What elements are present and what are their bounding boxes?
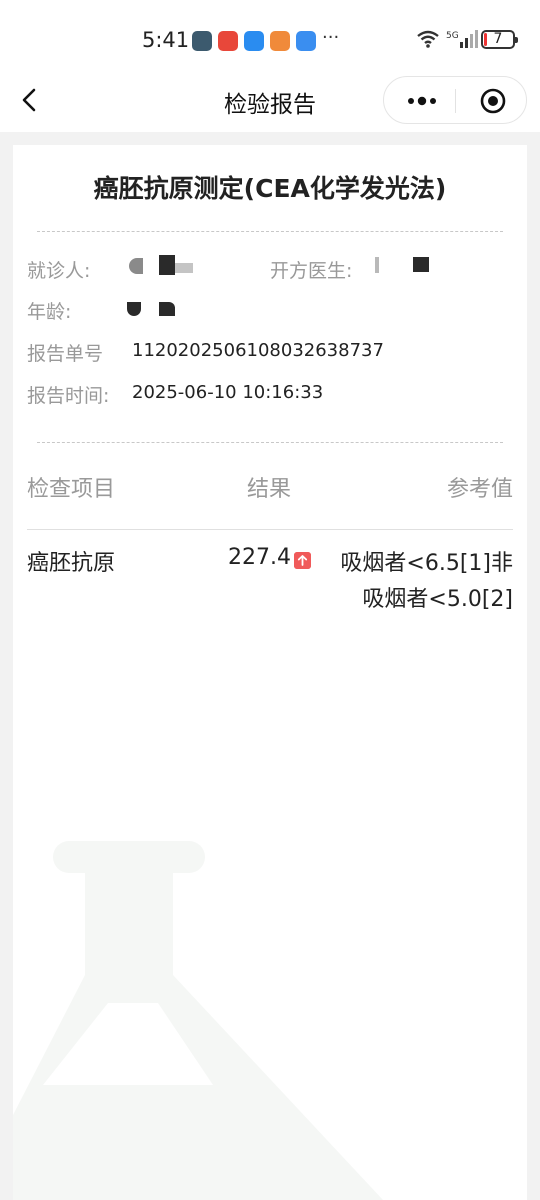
age-redacted: [159, 302, 175, 316]
battery-level: 7: [493, 31, 503, 47]
reference-range-line: 吸烟者<5.0[2]: [362, 587, 513, 612]
doctor-label: 开方医生:: [270, 260, 353, 282]
table-header-divider: [27, 529, 513, 530]
more-dots-icon[interactable]: [404, 87, 440, 115]
capsule-divider: [455, 89, 456, 113]
target-circle-icon[interactable]: [479, 87, 507, 115]
divider: [37, 231, 503, 232]
flask-watermark-icon: [13, 841, 383, 1200]
patient-name-redacted: [129, 258, 143, 274]
column-header-reference: 参考值: [446, 477, 513, 502]
status-time: 5:41: [142, 28, 190, 52]
mini-program-capsule: [383, 76, 527, 124]
reference-range-line: 吸烟者<6.5[1]非: [340, 551, 513, 576]
nav-bar: 检验报告: [0, 72, 540, 132]
test-item-name: 癌胚抗原: [27, 551, 116, 576]
patient-name-redacted: [159, 255, 175, 275]
status-more-icon: ···: [322, 27, 340, 48]
network-type: 5G: [446, 31, 459, 41]
column-header-result: 结果: [247, 477, 292, 502]
patient-name-redacted: [175, 263, 193, 273]
report-title: 癌胚抗原测定(CEA化学发光法): [93, 174, 447, 203]
cloud-app-icon: [296, 31, 316, 51]
health-app-icon: [270, 31, 290, 51]
report-number: 1120202506108032638737: [132, 340, 384, 361]
status-app-icons: [192, 31, 316, 51]
test-result-value: 227.4: [228, 545, 291, 570]
patient-label: 就诊人:: [27, 260, 91, 282]
age-redacted: [127, 302, 141, 316]
column-header-item: 检查项目: [27, 477, 116, 502]
report-time-label: 报告时间:: [27, 385, 110, 407]
battery-fill: [484, 33, 487, 46]
age-label: 年龄:: [27, 301, 72, 323]
up-arrow-icon: [294, 552, 311, 569]
divider: [37, 442, 503, 443]
red-app-icon: [218, 31, 238, 51]
gallery-app-icon: [192, 31, 212, 51]
status-bar: 5:41 ··· 5G 7: [0, 0, 540, 72]
report-card: 癌胚抗原测定(CEA化学发光法) 就诊人: 开方医生: 年龄: 报告单号 112…: [13, 145, 527, 1200]
doctor-name-redacted: [375, 257, 379, 273]
battery-indicator: 7: [481, 30, 518, 49]
report-time: 2025-06-10 10:16:33: [132, 382, 324, 403]
wifi-signal-icon: 5G: [417, 30, 478, 48]
report-number-label: 报告单号: [27, 343, 104, 365]
chat-app-icon: [244, 31, 264, 51]
doctor-name-redacted: [413, 257, 429, 272]
